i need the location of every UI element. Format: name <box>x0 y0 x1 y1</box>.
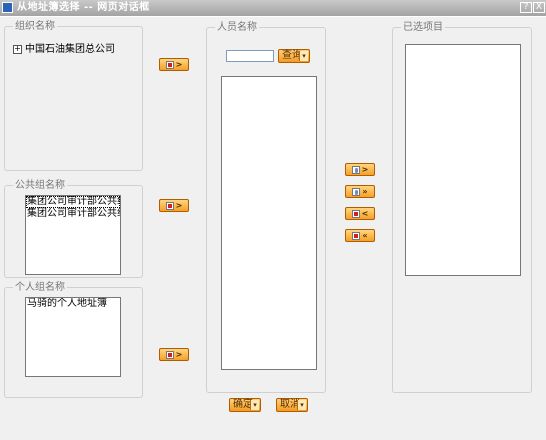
org-group: 组织名称 + 中国石油集团总公司 <box>4 21 143 171</box>
title-bar: 从地址簿选择 -- 网页对话框 ? X <box>0 0 546 16</box>
selected-list[interactable] <box>405 44 521 276</box>
search-button[interactable]: 查询 ▾ <box>278 49 310 63</box>
people-icon <box>352 187 361 196</box>
personal-group-list[interactable]: 马骑的个人地址簿 <box>25 297 121 377</box>
help-button[interactable]: ? <box>520 2 532 13</box>
people-group-legend: 人员名称 <box>217 22 257 33</box>
add-all-button[interactable]: » <box>345 185 375 198</box>
dropdown-arrow-icon: ▾ <box>299 51 308 61</box>
arrow-right-icon: > <box>175 349 183 359</box>
dropdown-arrow-icon: ▾ <box>297 400 306 410</box>
list-item[interactable]: 集团公司审计部公共组: <box>26 208 120 220</box>
org-group-legend: 组织名称 <box>15 21 55 32</box>
people-list[interactable] <box>221 76 317 370</box>
window-title: 从地址簿选择 -- 网页对话框 <box>17 2 150 13</box>
add-org-button[interactable]: > <box>159 58 189 71</box>
group-icon <box>165 201 174 210</box>
remove-selected-button[interactable]: < <box>345 207 375 220</box>
list-item[interactable]: 集团公司审计部公共组: <box>26 196 120 208</box>
group-icon <box>165 350 174 359</box>
add-personal-group-button[interactable]: > <box>159 348 189 361</box>
org-icon <box>165 60 174 69</box>
remove-all-button[interactable]: « <box>345 229 375 242</box>
ok-button[interactable]: 确定 ▾ <box>229 398 261 412</box>
public-group-list[interactable]: 集团公司审计部公共组: 集团公司审计部公共组: <box>25 195 121 275</box>
personal-group: 个人组名称 马骑的个人地址簿 <box>4 282 143 398</box>
org-tree-root[interactable]: 中国石油集团总公司 <box>25 44 115 55</box>
public-group: 公共组名称 集团公司审计部公共组: 集团公司审计部公共组: <box>4 180 143 278</box>
people-search-input[interactable] <box>226 50 274 62</box>
dropdown-arrow-icon: ▾ <box>250 400 259 410</box>
arrow-left-icon: < <box>361 208 369 218</box>
window-icon <box>2 2 13 13</box>
expand-toggle[interactable]: + <box>13 44 22 54</box>
selected-group: 已选项目 <box>392 22 532 393</box>
dialog-body: 组织名称 + 中国石油集团总公司 公共组名称 集团公司审计部公共组: 集团公司审计… <box>0 17 546 440</box>
personal-group-legend: 个人组名称 <box>15 282 65 293</box>
add-selected-button[interactable]: > <box>345 163 375 176</box>
public-group-legend: 公共组名称 <box>15 180 65 191</box>
double-arrow-left-icon: « <box>362 230 368 240</box>
remove-all-icon <box>352 231 361 240</box>
people-group: 人员名称 查询 ▾ <box>206 22 326 393</box>
arrow-right-icon: > <box>175 59 183 69</box>
list-item[interactable]: 马骑的个人地址簿 <box>26 298 120 310</box>
remove-person-icon <box>351 209 360 218</box>
selected-group-legend: 已选项目 <box>403 22 443 33</box>
person-icon <box>351 165 360 174</box>
add-public-group-button[interactable]: > <box>159 199 189 212</box>
close-button[interactable]: X <box>533 2 545 13</box>
cancel-button[interactable]: 取消 ▾ <box>276 398 308 412</box>
arrow-right-icon: > <box>361 164 369 174</box>
double-arrow-right-icon: » <box>362 186 368 196</box>
arrow-right-icon: > <box>175 200 183 210</box>
org-tree: + 中国石油集团总公司 <box>13 40 115 55</box>
